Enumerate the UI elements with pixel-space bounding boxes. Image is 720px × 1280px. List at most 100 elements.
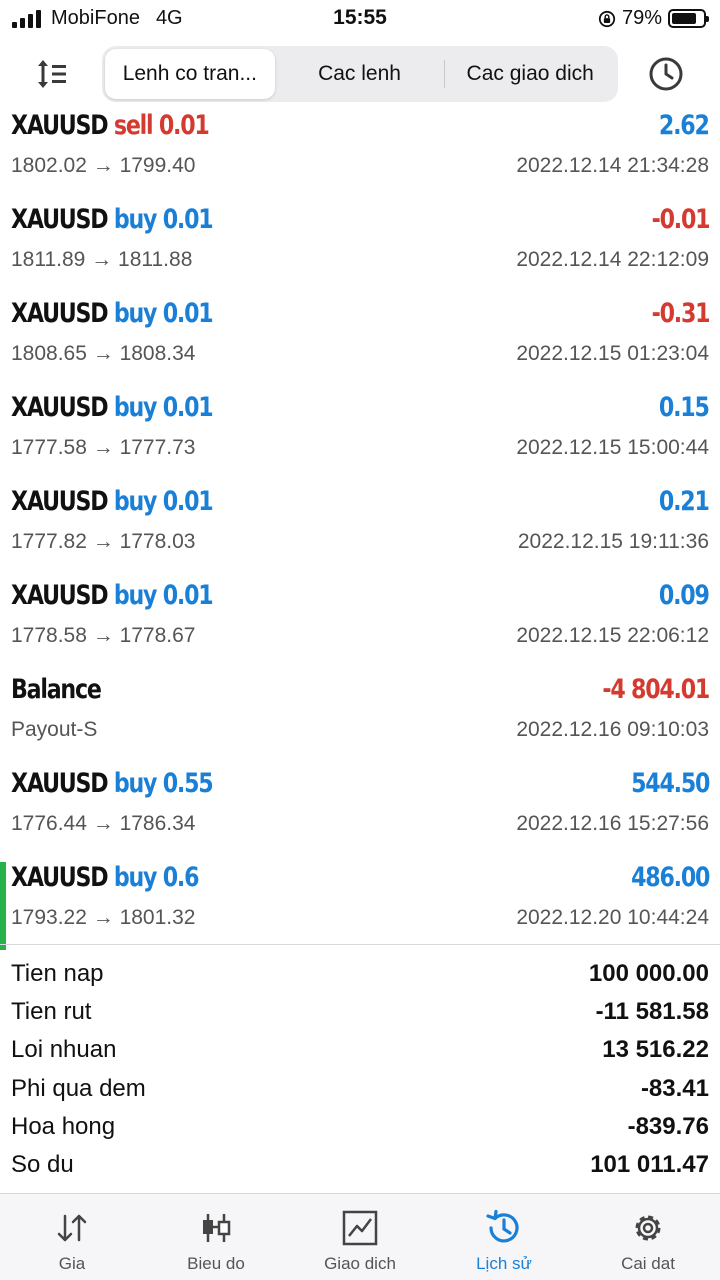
segment-closed-positions[interactable]: Lenh co tran... bbox=[105, 49, 275, 99]
row-title: XAUUSD buy 0.01 bbox=[11, 204, 214, 235]
history-row[interactable]: XAUUSD sell 0.01 2.62 1802.02 → 1799.40 202… bbox=[0, 104, 720, 198]
history-row[interactable]: XAUUSD buy 0.01 0.09 1778.58 → 1778.67 2022… bbox=[0, 574, 720, 668]
trade-side: buy 0.01 bbox=[113, 204, 214, 235]
history-list: XAUUSD sell 0.01 2.62 1802.02 → 1799.40 202… bbox=[0, 104, 720, 950]
summary-row: Phi qua dem -83.41 bbox=[0, 1071, 720, 1109]
summary-value: -839.76 bbox=[627, 1112, 709, 1140]
history-row[interactable]: XAUUSD buy 0.55 544.50 1776.44 → 1786.34 20… bbox=[0, 762, 720, 856]
symbol-label: XAUUSD bbox=[11, 204, 109, 235]
summary-value: 13 516.22 bbox=[602, 1036, 709, 1064]
profit-value: 0.21 bbox=[659, 486, 710, 517]
summary-row: So du 101 011.47 bbox=[0, 1147, 720, 1185]
battery-percent: 79% bbox=[621, 7, 662, 29]
history-row[interactable]: XAUUSD buy 0.01 -0.01 1811.89 → 1811.88 202… bbox=[0, 198, 720, 292]
price-range: Payout-S bbox=[11, 718, 98, 741]
segment-orders[interactable]: Cac lenh bbox=[275, 49, 445, 99]
segmented-control: Lenh co tran... Cac lenh Cac giao dich bbox=[102, 46, 618, 102]
battery-icon bbox=[668, 9, 709, 28]
status-left: MobiFone 4G bbox=[12, 7, 183, 30]
tab-label: Giao dich bbox=[324, 1254, 396, 1273]
segment-deals[interactable]: Cac giao dich bbox=[445, 49, 615, 99]
tab-quotes[interactable]: Gia bbox=[0, 1194, 144, 1280]
clock-icon[interactable] bbox=[648, 56, 684, 92]
symbol-label: XAUUSD bbox=[11, 580, 109, 611]
gear-icon bbox=[635, 1215, 661, 1241]
summary-value: -11 581.58 bbox=[595, 998, 709, 1026]
history-icon bbox=[486, 1209, 519, 1243]
tab-chart[interactable]: Bieu do bbox=[144, 1194, 288, 1280]
trade-side: sell 0.01 bbox=[113, 110, 210, 141]
symbol-label: Balance bbox=[11, 674, 102, 705]
history-row[interactable]: XAUUSD buy 0.01 0.15 1777.58 → 1777.73 2022… bbox=[0, 386, 720, 480]
profit-value: 0.09 bbox=[659, 580, 710, 611]
summary-label: Tien rut bbox=[11, 998, 92, 1026]
close-time: 2022.12.15 19:11:36 bbox=[517, 530, 709, 553]
summary-label: So du bbox=[11, 1150, 74, 1178]
status-bar: MobiFone 4G 15:55 79% bbox=[0, 0, 720, 38]
profit-value: 486.00 bbox=[630, 862, 710, 893]
symbol-label: XAUUSD bbox=[11, 768, 109, 799]
summary-row: Tien rut -11 581.58 bbox=[0, 994, 720, 1032]
tab-history[interactable]: Lịch sử bbox=[432, 1194, 576, 1280]
tab-bar: Gia Bieu do Giao dich Lịch sử Cai dat bbox=[0, 1193, 720, 1280]
tab-label: Lịch sử bbox=[476, 1254, 532, 1273]
history-row[interactable]: XAUUSD buy 0.01 -0.31 1808.65 → 1808.34 202… bbox=[0, 292, 720, 386]
tab-label: Cai dat bbox=[621, 1254, 675, 1273]
symbol-label: XAUUSD bbox=[11, 862, 109, 893]
summary-label: Tien nap bbox=[11, 960, 104, 987]
symbol-label: XAUUSD bbox=[11, 298, 109, 329]
close-time: 2022.12.14 21:34:28 bbox=[516, 154, 709, 177]
sort-icon[interactable] bbox=[34, 56, 74, 92]
carrier-name: MobiFone bbox=[51, 7, 140, 29]
status-right: 79% bbox=[598, 7, 709, 30]
balance-row[interactable]: Balance -4 804.01 Payout-S 2022.12.16 09:10… bbox=[0, 668, 720, 762]
price-range: 1777.58 → 1777.73 bbox=[11, 436, 196, 459]
candlestick-icon bbox=[203, 1214, 231, 1242]
price-range: 1808.65 → 1808.34 bbox=[11, 342, 196, 365]
tab-label: Gia bbox=[58, 1254, 86, 1273]
summary-label: Phi qua dem bbox=[11, 1074, 146, 1102]
trade-chart-icon bbox=[342, 1210, 378, 1246]
profit-value: -0.31 bbox=[651, 298, 710, 329]
close-time: 2022.12.14 22:12:09 bbox=[516, 248, 709, 271]
close-time: 2022.12.16 15:27:56 bbox=[516, 812, 709, 835]
row-title: XAUUSD buy 0.01 bbox=[11, 486, 214, 517]
network-type: 4G bbox=[155, 7, 183, 29]
symbol-label: XAUUSD bbox=[11, 486, 109, 517]
profit-value: 0.15 bbox=[659, 392, 710, 423]
close-time: 2022.12.15 15:00:44 bbox=[516, 436, 709, 459]
summary-value: 101 011.47 bbox=[590, 1150, 709, 1178]
tab-trade[interactable]: Giao dich bbox=[288, 1194, 432, 1280]
trade-side: buy 0.6 bbox=[113, 862, 200, 893]
history-row[interactable]: XAUUSD buy 0.01 0.21 1777.82 → 1778.03 2022… bbox=[0, 480, 720, 574]
history-row[interactable]: XAUUSD buy 0.6 486.00 1793.22 → 1801.32 202… bbox=[0, 856, 720, 950]
toolbar: Lenh co tran... Cac lenh Cac giao dich bbox=[0, 44, 720, 104]
rotation-lock-icon bbox=[598, 10, 616, 27]
profit-value: 544.50 bbox=[630, 768, 710, 799]
trade-side: buy 0.01 bbox=[113, 580, 214, 611]
close-time: 2022.12.15 22:06:12 bbox=[516, 624, 709, 647]
price-range: 1811.89 → 1811.88 bbox=[11, 248, 193, 271]
trade-side: buy 0.01 bbox=[113, 486, 214, 517]
symbol-label: XAUUSD bbox=[11, 110, 109, 141]
price-range: 1802.02 → 1799.40 bbox=[11, 154, 196, 177]
summary-row: Loi nhuan 13 516.22 bbox=[0, 1032, 720, 1070]
summary-label: Hoa hong bbox=[11, 1112, 116, 1140]
summary-value: 100 000.00 bbox=[588, 960, 709, 987]
price-range: 1793.22 → 1801.32 bbox=[11, 906, 196, 929]
trade-side: buy 0.01 bbox=[113, 392, 214, 423]
row-title: XAUUSD buy 0.01 bbox=[11, 580, 214, 611]
symbol-label: XAUUSD bbox=[11, 392, 109, 423]
profit-value: -0.01 bbox=[651, 204, 710, 235]
trade-side: buy 0.01 bbox=[113, 298, 214, 329]
trade-side: buy 0.55 bbox=[113, 768, 214, 799]
signal-icon bbox=[12, 9, 41, 28]
row-title: Balance bbox=[11, 674, 102, 705]
close-time: 2022.12.16 09:10:03 bbox=[516, 718, 709, 741]
tab-settings[interactable]: Cai dat bbox=[576, 1194, 720, 1280]
summary-value: -83.41 bbox=[640, 1074, 709, 1102]
profit-value: 2.62 bbox=[659, 110, 710, 141]
account-summary: Tien nap 100 000.00 Tien rut -11 581.58 Loi … bbox=[0, 956, 720, 1185]
close-time: 2022.12.20 10:44:24 bbox=[516, 906, 709, 929]
row-title: XAUUSD buy 0.01 bbox=[11, 392, 214, 423]
